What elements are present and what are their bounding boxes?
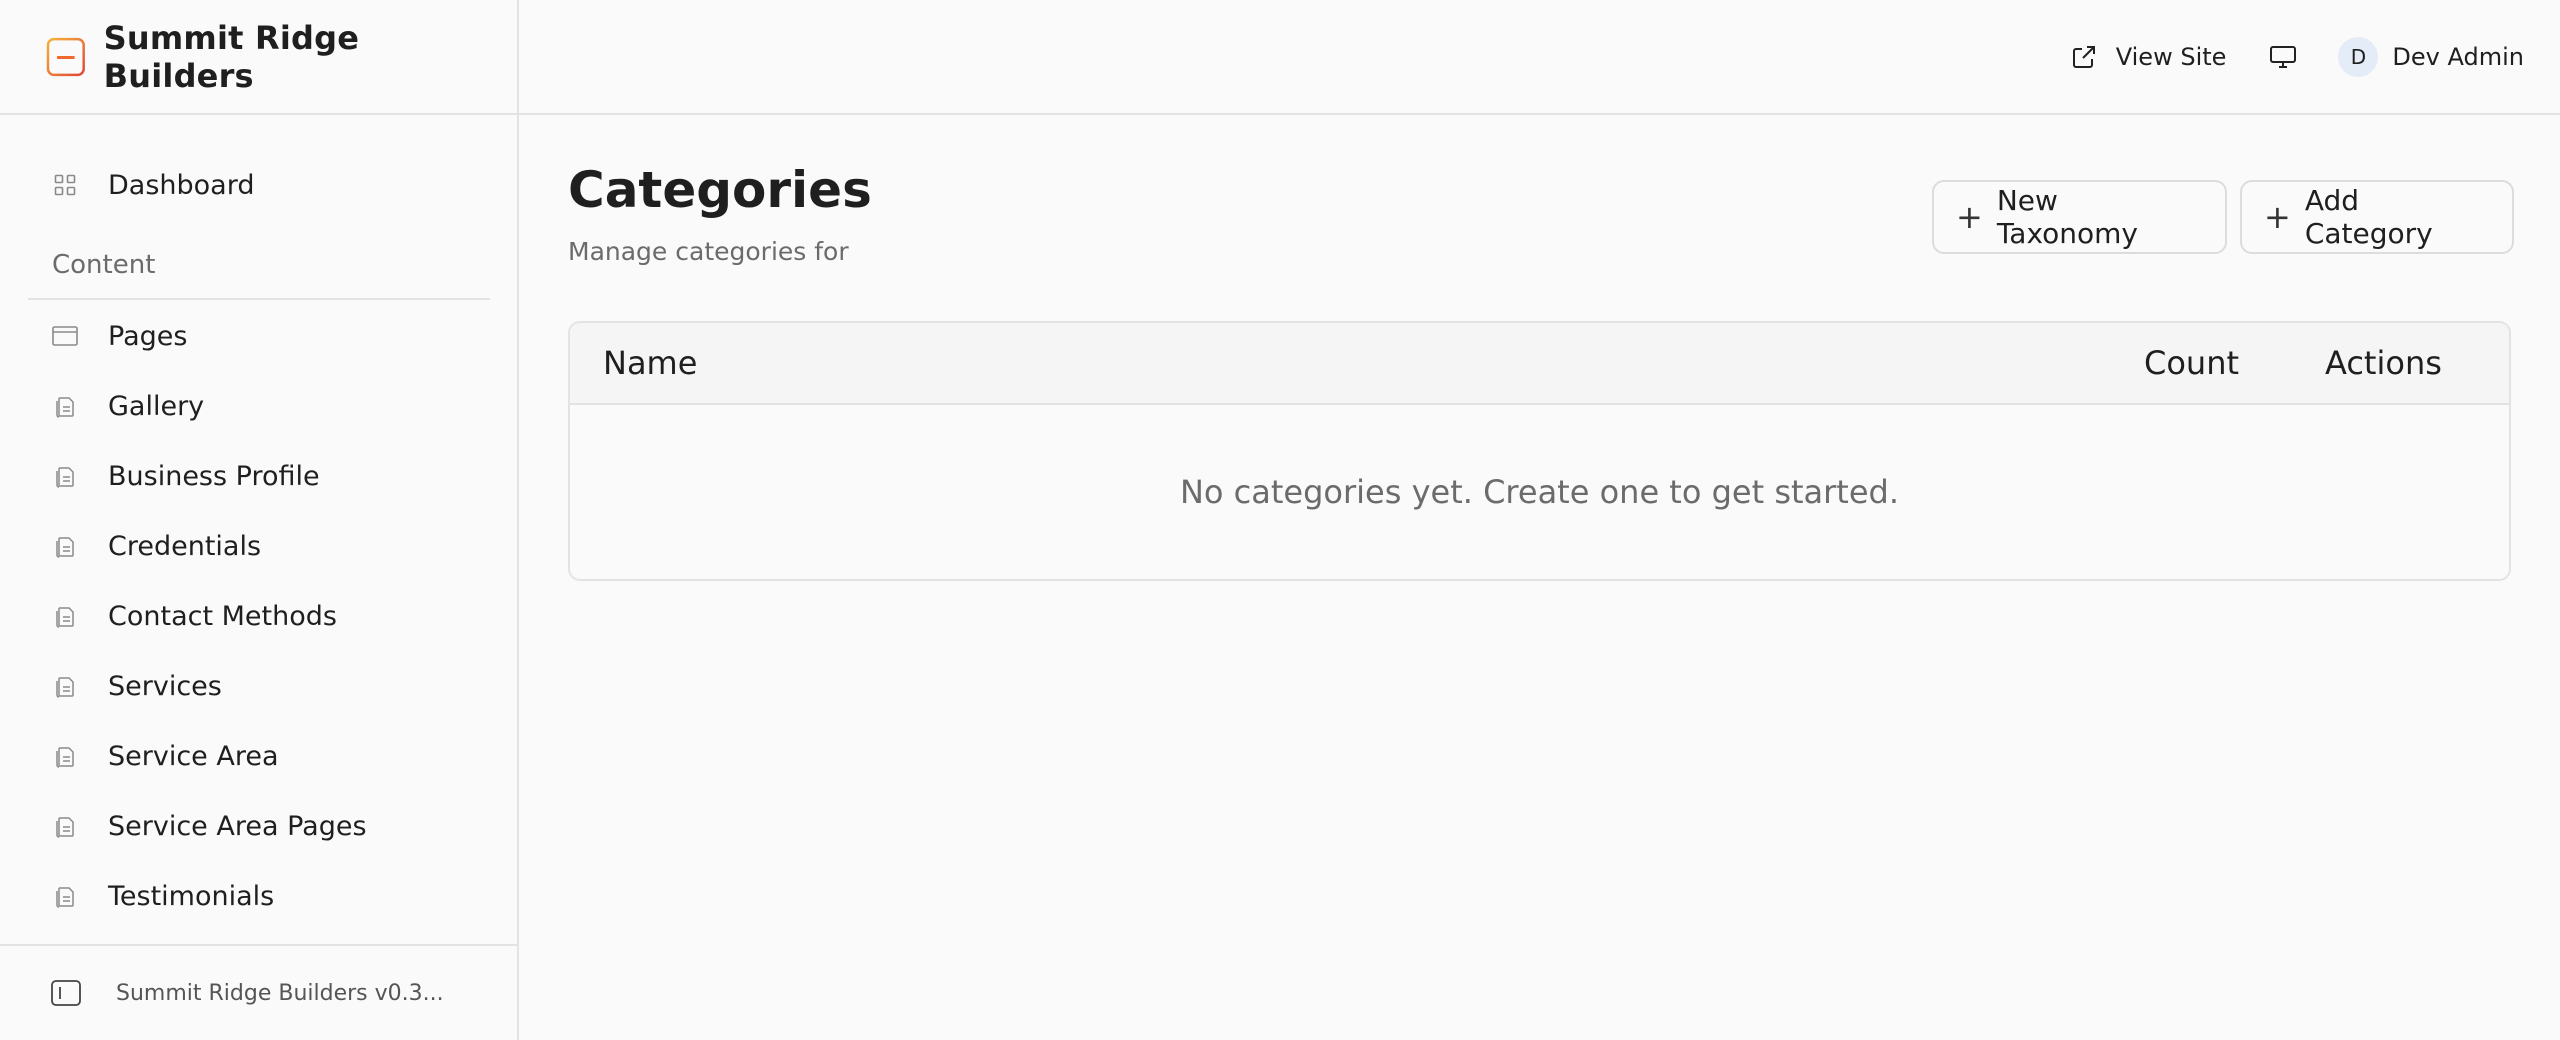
monitor-icon: [2270, 45, 2297, 68]
sidebar-item-label: Contact Methods: [108, 600, 337, 632]
external-link-icon: [2072, 45, 2095, 68]
new-taxonomy-label: New Taxonomy: [1996, 184, 2139, 250]
preview-monitor-button[interactable]: [2268, 42, 2298, 72]
window-icon: [52, 323, 78, 349]
page-title: Categories: [568, 161, 872, 219]
plus-icon: +: [2264, 198, 2291, 236]
empty-state-message: No categories yet. Create one to get sta…: [1179, 473, 1900, 511]
sidebar-item-service-area[interactable]: Service Area: [28, 726, 490, 786]
view-site-link[interactable]: View Site: [2070, 42, 2227, 71]
avatar: D: [2338, 36, 2379, 77]
main-content: Categories Manage categories for + New T…: [519, 115, 2560, 1040]
sidebar-item-dashboard[interactable]: Dashboard: [28, 155, 490, 215]
document-icon: [52, 463, 78, 489]
sidebar-item-business-profile[interactable]: Business Profile: [28, 446, 490, 506]
sidebar-item-services[interactable]: Services: [28, 656, 490, 716]
sidebar-item-label: Testimonials: [108, 880, 275, 912]
add-category-label: Add Category: [2304, 184, 2433, 250]
categories-table: Name Count Actions No categories yet. Cr…: [568, 321, 2511, 581]
new-taxonomy-button[interactable]: + New Taxonomy: [1932, 180, 2227, 254]
table-header: Name Count Actions: [570, 323, 2509, 405]
column-header-actions: Actions: [2325, 344, 2442, 382]
document-icon: [52, 883, 78, 909]
sidebar-item-pages[interactable]: Pages: [28, 306, 490, 366]
user-menu[interactable]: D Dev Admin: [2338, 36, 2524, 77]
plus-icon: +: [1956, 198, 1983, 236]
document-icon: [52, 393, 78, 419]
top-bar-actions: View Site D Dev Admin: [2070, 0, 2524, 113]
sidebar-item-service-area-pages[interactable]: Service Area Pages: [28, 796, 490, 856]
add-category-button[interactable]: + Add Category: [2240, 180, 2514, 254]
grid-icon: [52, 172, 78, 198]
document-icon: [52, 743, 78, 769]
document-icon: [52, 813, 78, 839]
sidebar-item-testimonials[interactable]: Testimonials: [28, 866, 490, 926]
sidebar-toggle-icon[interactable]: [50, 979, 82, 1007]
brand-name: Summit Ridge Builders: [103, 18, 360, 95]
sidebar-item-label: Pages: [108, 320, 188, 352]
sidebar-item-label: Credentials: [108, 530, 262, 562]
column-header-count[interactable]: Count: [2144, 323, 2239, 403]
column-header-name[interactable]: Name: [603, 323, 697, 403]
sidebar-footer: Summit Ridge Builders v0.3...: [0, 944, 517, 1040]
app-root: Summit Ridge Builders Dashboard Content: [0, 0, 2560, 1040]
sidebar: Summit Ridge Builders Dashboard Content: [0, 0, 519, 1040]
sidebar-item-label: Service Area: [108, 740, 279, 772]
sidebar-item-gallery[interactable]: Gallery: [28, 376, 490, 436]
sidebar-item-credentials[interactable]: Credentials: [28, 516, 490, 576]
sidebar-section-label: Content: [52, 250, 156, 280]
top-bar: View Site D Dev Admin: [519, 0, 2560, 115]
sidebar-item-contact-methods[interactable]: Contact Methods: [28, 586, 490, 646]
sidebar-item-label: Dashboard: [108, 169, 255, 201]
user-name: Dev Admin: [2392, 42, 2524, 71]
brand-logo-icon: [46, 37, 85, 76]
sidebar-section-divider: [28, 298, 490, 300]
document-icon: [52, 533, 78, 559]
sidebar-item-label: Services: [108, 670, 222, 702]
brand-header[interactable]: Summit Ridge Builders: [0, 0, 517, 115]
sidebar-item-label: Service Area Pages: [108, 810, 367, 842]
view-site-label: View Site: [2115, 42, 2227, 71]
sidebar-item-label: Business Profile: [108, 460, 320, 492]
app-version-label: Summit Ridge Builders v0.3...: [116, 980, 444, 1006]
page-subtitle: Manage categories for: [568, 237, 849, 266]
document-icon: [52, 673, 78, 699]
document-icon: [52, 603, 78, 629]
sidebar-item-label: Gallery: [108, 390, 205, 422]
